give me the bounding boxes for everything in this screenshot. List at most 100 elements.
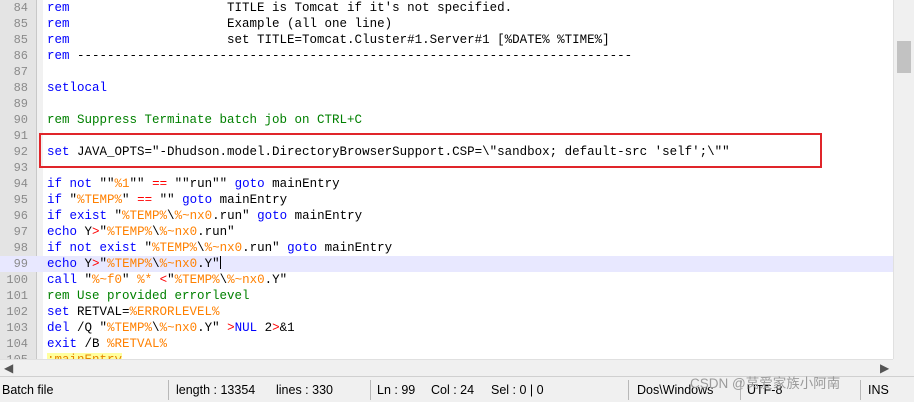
code-token: .run" [212,209,258,223]
code-token: %~nx0 [159,257,198,271]
code-line[interactable]: 84 rem TITLE is Tomcat if it's not specif… [0,0,893,16]
code-line[interactable]: 96 if exist "%TEMP%\%~nx0.run" goto mainE… [0,208,893,224]
line-number: 85 [13,17,28,31]
code-token: TITLE is Tomcat if it's not specified. [69,1,513,15]
code-token: \ [152,225,160,239]
code-token: mainEntry [287,209,363,223]
code-token: rem Suppress Terminate batch job on CTRL… [47,113,363,127]
code-token: \ [197,241,205,255]
code-text[interactable]: rem Example (all one line) [47,16,392,32]
code-text[interactable]: call "%~f0" %* <"%TEMP%\%~nx0.Y" [47,272,287,288]
code-text[interactable]: rem TITLE is Tomcat if it's not specifie… [47,0,512,16]
code-token: NUL [234,321,258,335]
code-text[interactable]: if not ""%1"" == ""run"" goto mainEntry [47,176,340,192]
code-line[interactable]: 85 rem Example (all one line) [0,16,893,32]
scroll-left-icon[interactable]: ◀ [4,361,13,375]
line-number: 96 [13,209,28,223]
code-token: %TEMP% [122,209,168,223]
line-number: 105 [0,352,28,359]
status-col: Col : 24 [431,383,475,397]
code-text[interactable]: setlocal [47,80,107,96]
code-token: "" [152,193,183,207]
code-token: goto [182,193,213,207]
code-token: mainEntry [264,177,340,191]
code-line[interactable]: 89 [0,96,893,112]
code-token: == [137,193,153,207]
code-text[interactable]: rem Suppress Terminate batch job on CTRL… [47,112,362,128]
code-token: goto [287,241,318,255]
code-token: > [227,321,235,335]
code-token: JAVA_OPTS="-Dhudson.model.DirectoryBrows… [69,145,730,159]
code-token: /Q " [69,321,108,335]
code-line[interactable]: 95 if "%TEMP%" == "" goto mainEntry [0,192,893,208]
code-text[interactable]: rem Use provided errorlevel [47,288,250,304]
status-length: length : 13354 [176,383,256,397]
code-token: %TEMP% [152,241,198,255]
code-text[interactable]: :mainEntry [47,352,123,359]
vertical-scrollbar-thumb[interactable] [897,41,911,73]
code-text[interactable]: echo Y>"%TEMP%\%~nx0.run" [47,224,235,240]
code-line[interactable]: 104 exit /B %RETVAL% [0,336,893,352]
code-line[interactable]: 90 rem Suppress Terminate batch job on CT… [0,112,893,128]
code-token: set [47,145,70,159]
code-token: Example (all one line) [69,17,393,31]
code-token: .Y" [264,273,288,287]
code-text[interactable]: del /Q "%TEMP%\%~nx0.Y" >NUL 2>&1 [47,320,295,336]
code-token: " [167,273,175,287]
code-text[interactable]: set RETVAL=%ERRORLEVEL% [47,304,220,320]
code-text[interactable]: if not exist "%TEMP%\%~nx0.run" goto mai… [47,240,392,256]
code-token: Y [77,257,93,271]
code-token: echo [47,257,78,271]
code-text[interactable]: if "%TEMP%" == "" goto mainEntry [47,192,287,208]
code-token: goto [257,209,288,223]
code-token: " [62,193,78,207]
code-line[interactable]: 97 echo Y>"%TEMP%\%~nx0.run" [0,224,893,240]
code-line[interactable]: 87 [0,64,893,80]
code-text[interactable]: rem ------------------------------------… [47,48,632,64]
status-sel: Sel : 0 | 0 [491,383,544,397]
line-number: 98 [13,241,28,255]
code-line[interactable]: 103 del /Q "%TEMP%\%~nx0.Y" >NUL 2>&1 [0,320,893,336]
code-editor[interactable]: 84 rem TITLE is Tomcat if it's not specif… [0,0,893,359]
code-token: set TITLE=Tomcat.Cluster#1.Server#1 [%DA… [69,33,610,47]
status-filetype: Batch file [2,383,54,397]
code-line[interactable]: 88 setlocal [0,80,893,96]
code-token: %TEMP% [107,225,153,239]
status-lines: lines : 330 [276,383,333,397]
code-line[interactable]: 99 echo Y>"%TEMP%\%~nx0.Y" [0,256,893,272]
code-line[interactable]: 93 [0,160,893,176]
code-text[interactable]: if exist "%TEMP%\%~nx0.run" goto mainEnt… [47,208,362,224]
scroll-right-icon[interactable]: ▶ [880,361,889,375]
code-line[interactable]: 100 call "%~f0" %* <"%TEMP%\%~nx0.Y" [0,272,893,288]
code-line[interactable]: 105 :mainEntry [0,352,893,359]
code-token: ""run"" [167,177,235,191]
code-line[interactable]: 91 [0,128,893,144]
line-number: 85 [13,33,28,47]
code-token: %~nx0 [159,321,198,335]
code-token: &1 [279,321,295,335]
code-token: "" [129,177,153,191]
code-token: < [159,273,168,287]
code-line[interactable]: 92 set JAVA_OPTS="-Dhudson.model.Director… [0,144,893,160]
line-number: 101 [6,289,28,303]
code-line[interactable]: 86 rem ----------------------------------… [0,48,893,64]
code-line[interactable]: 98 if not exist "%TEMP%\%~nx0.run" goto m… [0,240,893,256]
code-token: .run" [197,225,235,239]
code-token: " [99,225,108,239]
code-token: rem [47,49,70,63]
code-text[interactable]: set JAVA_OPTS="-Dhudson.model.DirectoryB… [47,144,730,160]
code-token: .Y" [197,257,220,271]
line-number: 88 [13,81,28,95]
code-token: %TEMP% [77,193,123,207]
code-token: " [77,273,93,287]
line-number: 91 [13,129,28,143]
code-line[interactable]: 94 if not ""%1"" == ""run"" goto mainEntr… [0,176,893,192]
code-text[interactable]: exit /B %RETVAL% [47,336,167,352]
vertical-scrollbar[interactable] [893,0,914,359]
code-line[interactable]: 101 rem Use provided errorlevel [0,288,893,304]
code-text[interactable]: echo Y>"%TEMP%\%~nx0.Y" [47,256,221,272]
code-text[interactable]: rem set TITLE=Tomcat.Cluster#1.Server#1 … [47,32,610,48]
code-line[interactable]: 85 rem set TITLE=Tomcat.Cluster#1.Server#… [0,32,893,48]
code-line[interactable]: 102 set RETVAL=%ERRORLEVEL% [0,304,893,320]
line-number: 89 [13,97,28,111]
